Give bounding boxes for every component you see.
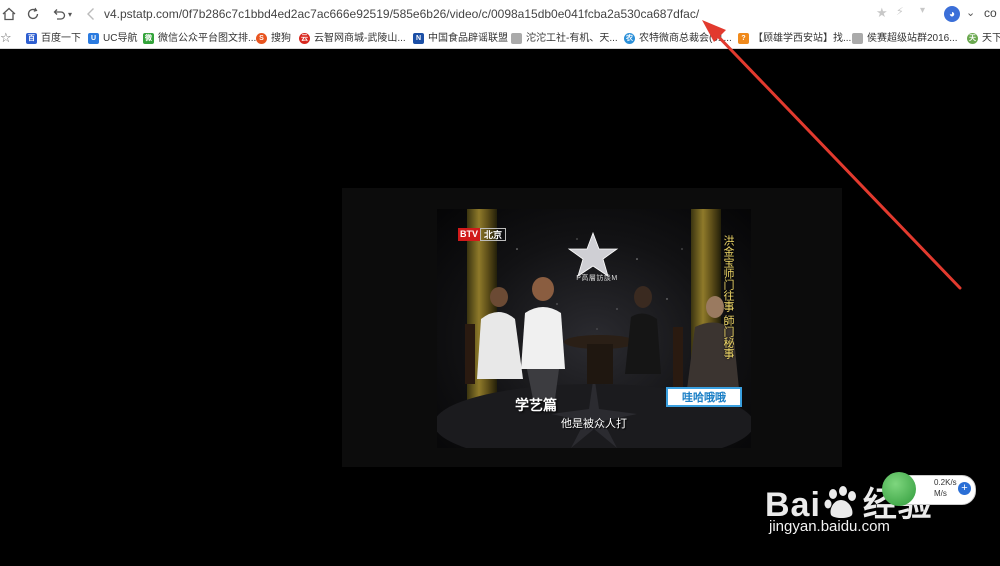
bookmark-star-icon[interactable]: ☆ (0, 30, 12, 46)
network-speed-ball-icon[interactable] (882, 472, 916, 506)
bookmark-label: 中国食品辟谣联盟 (428, 33, 508, 44)
yunzhi-favicon-icon: 云 (299, 33, 310, 44)
home-icon[interactable] (0, 5, 18, 23)
bookmark-label: 搜狗 (271, 33, 291, 44)
download-speed: M/s (934, 489, 947, 498)
nongte-favicon-icon: 农 (624, 33, 635, 44)
lightning-icon[interactable]: ⚡ (896, 5, 904, 18)
bookmark-label: 【顾雄学西安站】找... (753, 33, 852, 44)
jingyan-site-text: jingyan.baidu.com (769, 518, 890, 535)
bookmark-yunzhi[interactable]: 云 云智网商城-武陵山... (299, 31, 406, 46)
bookmark-label: 云智网商城-武陵山... (314, 33, 406, 44)
bookmark-label: 微信公众平台图文排... (158, 33, 257, 44)
channel-logo-city: 北京 (480, 228, 507, 241)
bookmark-tuotuo[interactable]: 沱沱工社-有机、天... (511, 31, 618, 46)
bookmark-food-rumor[interactable]: N 中国食品辟谣联盟 (413, 31, 508, 46)
star-icon[interactable]: ★ (876, 5, 888, 21)
segment-title: 学艺篇 (515, 397, 557, 413)
address-bar[interactable]: v4.pstatp.com/0f7b286c7c1bbd4ed2ac7ac666… (104, 4, 864, 24)
profile-icon[interactable]: ◕ (944, 6, 960, 22)
bookmark-housai[interactable]: 侯赛超级站群2016... (852, 31, 958, 46)
tianxia-favicon-icon: 天 (967, 33, 978, 44)
bookmark-label: UC导航 (103, 33, 138, 44)
bookmark-label: 百度一下 (41, 33, 81, 44)
undo-dropdown-icon[interactable]: ▾ (66, 5, 74, 23)
bookmark-label: 沱沱工社-有机、天... (526, 33, 618, 44)
bookmarks-bar: ☆ 百 百度一下 U UC导航 微 微信公众平台图文排... S 搜狗 云 云智… (0, 29, 1000, 49)
vertical-caption: 洪金宝师门往事 師门秘事 (722, 235, 734, 360)
bookmark-baidu[interactable]: 百 百度一下 (26, 31, 81, 46)
refresh-icon[interactable] (24, 5, 42, 23)
bookmark-nongte[interactable]: 农 农特微商总裁会(01... (624, 31, 732, 46)
page-favicon-icon (852, 33, 863, 44)
food-favicon-icon: N (413, 33, 424, 44)
show-star-logo-icon (563, 231, 623, 293)
page-favicon-icon (511, 33, 522, 44)
video-frame[interactable]: BTV 北京 P高層訪談M 洪金宝师门往事 師门秘事 学艺篇 哇哈哦哦 他是被众… (437, 209, 751, 448)
btv-channel-logo: BTV 北京 (458, 228, 507, 241)
plus-icon[interactable]: + (958, 482, 971, 495)
channel-logo-red: BTV (458, 228, 480, 241)
sogou-favicon-icon: S (256, 33, 267, 44)
bookmark-label: 天下 (982, 33, 1000, 44)
tab-partial-label[interactable]: co (984, 6, 997, 20)
video-subtitle: 他是被众人打 (561, 418, 627, 430)
bookmark-uc[interactable]: U UC导航 (88, 31, 137, 46)
chevron-down-icon[interactable]: ⌄ (966, 6, 975, 19)
bookmark-label: 侯赛超级站群2016... (867, 33, 958, 44)
more-icon[interactable]: ▾ (920, 5, 925, 16)
wechat-favicon-icon: 微 (143, 33, 154, 44)
bookmark-tianxia[interactable]: 天 天下 (967, 31, 1000, 46)
upload-speed: 0.2K/s (934, 478, 957, 487)
bookmark-label: 农特微商总裁会(01... (639, 33, 732, 44)
bookmark-sogou[interactable]: S 搜狗 (256, 31, 291, 46)
uc-favicon-icon: U (88, 33, 99, 44)
brand-badge: 哇哈哦哦 (666, 387, 742, 407)
baidu-paw-icon (821, 486, 863, 520)
bookmark-wechat[interactable]: 微 微信公众平台图文排... (143, 31, 256, 46)
question-favicon-icon: ? (738, 33, 749, 44)
browser-toolbar: ▾ v4.pstatp.com/0f7b286c7c1bbd4ed2ac7ac6… (0, 0, 1000, 30)
bookmark-guxiong[interactable]: ? 【顾雄学西安站】找... (738, 31, 851, 46)
baidu-favicon-icon: 百 (26, 33, 37, 44)
show-logo-text: P高層訪談M (576, 275, 618, 282)
back-icon[interactable] (82, 5, 100, 23)
